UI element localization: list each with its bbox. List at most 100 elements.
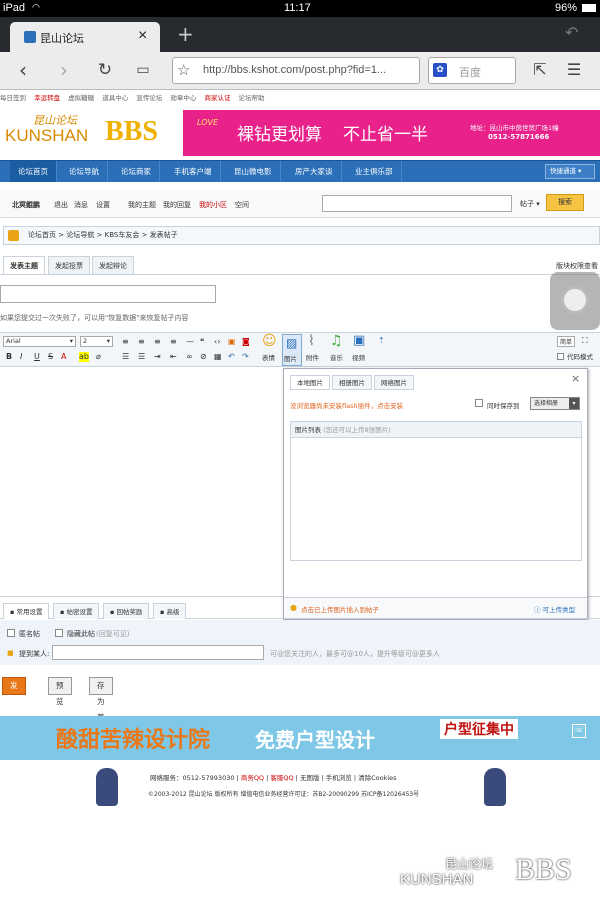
user-link[interactable]: 我的主题 [128, 200, 156, 210]
share-icon[interactable]: ⇱ [528, 59, 552, 81]
nav-item[interactable]: 论坛首页 [10, 161, 57, 182]
clear-format-icon[interactable]: ⌀ [96, 352, 101, 362]
strike-icon[interactable]: S [48, 352, 53, 362]
save-draft-button[interactable]: 存为草稿 [89, 677, 113, 738]
close-tab-icon[interactable]: × [138, 27, 147, 45]
code-mode-checkbox[interactable] [557, 353, 564, 360]
ad-banner-design[interactable]: 酸甜苦辣设计院 免费户型设计 户型征集中 ☏ [0, 716, 600, 760]
simple-mode-button[interactable]: 简单 [557, 336, 575, 347]
tab-advanced[interactable]: ▪ 高级 [153, 603, 187, 619]
hide-icon[interactable]: ▣ [228, 337, 236, 347]
reload-tab-icon[interactable]: ↶ [565, 23, 578, 42]
nav-item[interactable]: 手机客户端 [166, 161, 221, 182]
footer-link[interactable]: 无图版 [300, 774, 320, 782]
search-input[interactable]: ✿ 百度 [428, 57, 516, 84]
link-icon[interactable]: ∞ [186, 352, 193, 362]
align-justify-icon[interactable]: ≡ [170, 337, 177, 347]
star-icon[interactable]: ☆ [177, 61, 190, 79]
font-select[interactable]: Arial ▾ [3, 336, 76, 347]
menu-icon[interactable]: ☰ [562, 59, 586, 81]
top-link[interactable]: 幸运转盘 [34, 94, 60, 102]
user-link[interactable]: 我的小区 [199, 200, 227, 210]
undo-icon[interactable]: ↶ [228, 352, 235, 362]
anonymous-checkbox[interactable] [7, 629, 15, 637]
hide-post-checkbox[interactable] [55, 629, 63, 637]
unordered-list-icon[interactable]: ☰ [138, 352, 145, 362]
user-link[interactable]: 空间 [235, 200, 249, 210]
top-link[interactable]: 虚拟糖糖 [68, 94, 94, 102]
tab-local-image[interactable]: 本地图片 [290, 375, 330, 390]
breadcrumb-text[interactable]: 论坛首页 > 论坛导航 > KBS车友会 > 发表帖子 [28, 227, 178, 244]
tab-new-poll[interactable]: 发起投票 [48, 256, 90, 274]
forum-search-button[interactable]: 搜索 [546, 194, 584, 211]
italic-icon[interactable]: I [20, 352, 22, 362]
close-icon[interactable]: × [571, 372, 580, 385]
nav-item[interactable]: 论坛导航 [61, 161, 108, 182]
forward-button[interactable]: › [52, 59, 76, 81]
unlink-icon[interactable]: ⊘ [200, 352, 207, 362]
nav-item[interactable]: 昆山微电影 [226, 161, 281, 182]
forum-search-input[interactable] [322, 195, 512, 212]
flash-install-link[interactable]: 没浏览器尚未安装flash插件，点击安装 [290, 400, 403, 410]
top-link[interactable]: 每日签到 [0, 94, 26, 102]
top-link[interactable]: 宣传论坛 [136, 94, 162, 102]
top-link[interactable]: 论坛帮助 [239, 94, 265, 102]
outdent-icon[interactable]: ⇤ [170, 352, 177, 362]
tab-common-settings[interactable]: ▪ 常用设置 [3, 603, 50, 619]
video-icon[interactable]: ▣ [353, 334, 365, 347]
user-link[interactable]: 消息 [74, 200, 88, 210]
album-select[interactable]: 选择相册 ▾ [530, 397, 580, 410]
align-left-icon[interactable]: ≡ [122, 337, 129, 347]
nav-item[interactable]: 房产大家谈 [287, 161, 342, 182]
home-icon[interactable] [8, 230, 19, 241]
emoticon-icon[interactable]: ☺ [262, 334, 277, 348]
footer-link[interactable]: 商务QQ [241, 774, 264, 782]
size-select[interactable]: 2 ▾ [80, 336, 113, 347]
underline-icon[interactable]: U [34, 352, 40, 362]
align-center-icon[interactable]: ≡ [138, 337, 145, 347]
tab-new-debate[interactable]: 发起辩论 [92, 256, 134, 274]
top-link[interactable]: 商家认证 [204, 94, 230, 102]
indent-icon[interactable]: ⇥ [154, 352, 161, 362]
table-icon[interactable]: ▦ [214, 352, 222, 362]
image-button[interactable]: ▨ 图片 [282, 334, 302, 366]
footer-link[interactable]: 清除Cookies [358, 774, 396, 782]
username[interactable]: 北冥鲲鹏 [12, 200, 40, 210]
font-color-icon[interactable]: A [61, 352, 66, 362]
title-input[interactable] [0, 285, 216, 303]
ordered-list-icon[interactable]: ☰ [122, 352, 129, 362]
top-link[interactable]: 道具中心 [102, 94, 128, 102]
back-button[interactable]: ‹ [11, 59, 35, 81]
top-link[interactable]: 勋章中心 [170, 94, 196, 102]
free-icon[interactable]: ◙ [242, 337, 250, 347]
footer-link[interactable]: 手机浏览 [326, 774, 352, 782]
quote-icon[interactable]: ❝ [200, 337, 204, 347]
tab-reply-reward[interactable]: ▪ 回帖奖励 [103, 603, 150, 619]
bold-icon[interactable]: B [6, 352, 12, 362]
reload-button[interactable]: ↻ [93, 59, 117, 81]
address-bar[interactable]: ☆ http://bbs.kshot.com/post.php?fid=1... [172, 57, 420, 84]
hr-icon[interactable]: — [186, 337, 194, 347]
align-right-icon[interactable]: ≡ [154, 337, 161, 347]
redo-icon[interactable]: ↷ [242, 352, 249, 362]
user-link[interactable]: 退出 [54, 200, 68, 210]
assistive-touch-button[interactable] [550, 272, 600, 330]
search-type-select[interactable]: 帖子 ▾ [520, 199, 540, 209]
site-logo[interactable]: 昆山论坛 KUNSHAN BBS [5, 112, 175, 154]
quick-nav-dropdown[interactable]: 快捷通道 ▾ [545, 164, 595, 179]
user-link[interactable]: 我的回复 [163, 200, 191, 210]
user-link[interactable]: 设置 [96, 200, 110, 210]
nav-item[interactable]: 论坛商家 [113, 161, 160, 182]
baidu-icon[interactable]: ✿ [433, 63, 447, 77]
preview-button[interactable]: 预 览 [48, 677, 72, 706]
fullscreen-icon[interactable]: ⛶ [582, 336, 588, 346]
tab-web-image[interactable]: 网络图片 [374, 375, 414, 390]
tab-new-topic[interactable]: 发表主题 [3, 256, 45, 274]
code-icon[interactable]: ‹› [214, 337, 220, 347]
upload-icon[interactable]: ⇡ [378, 336, 385, 346]
permission-link[interactable]: 版块权限查看 [556, 261, 598, 271]
new-tab-button[interactable]: + [177, 22, 194, 46]
tab-album-image[interactable]: 相册图片 [332, 375, 372, 390]
music-icon[interactable]: ♫ [330, 334, 343, 348]
footer-link[interactable]: 客服QQ [270, 774, 293, 782]
